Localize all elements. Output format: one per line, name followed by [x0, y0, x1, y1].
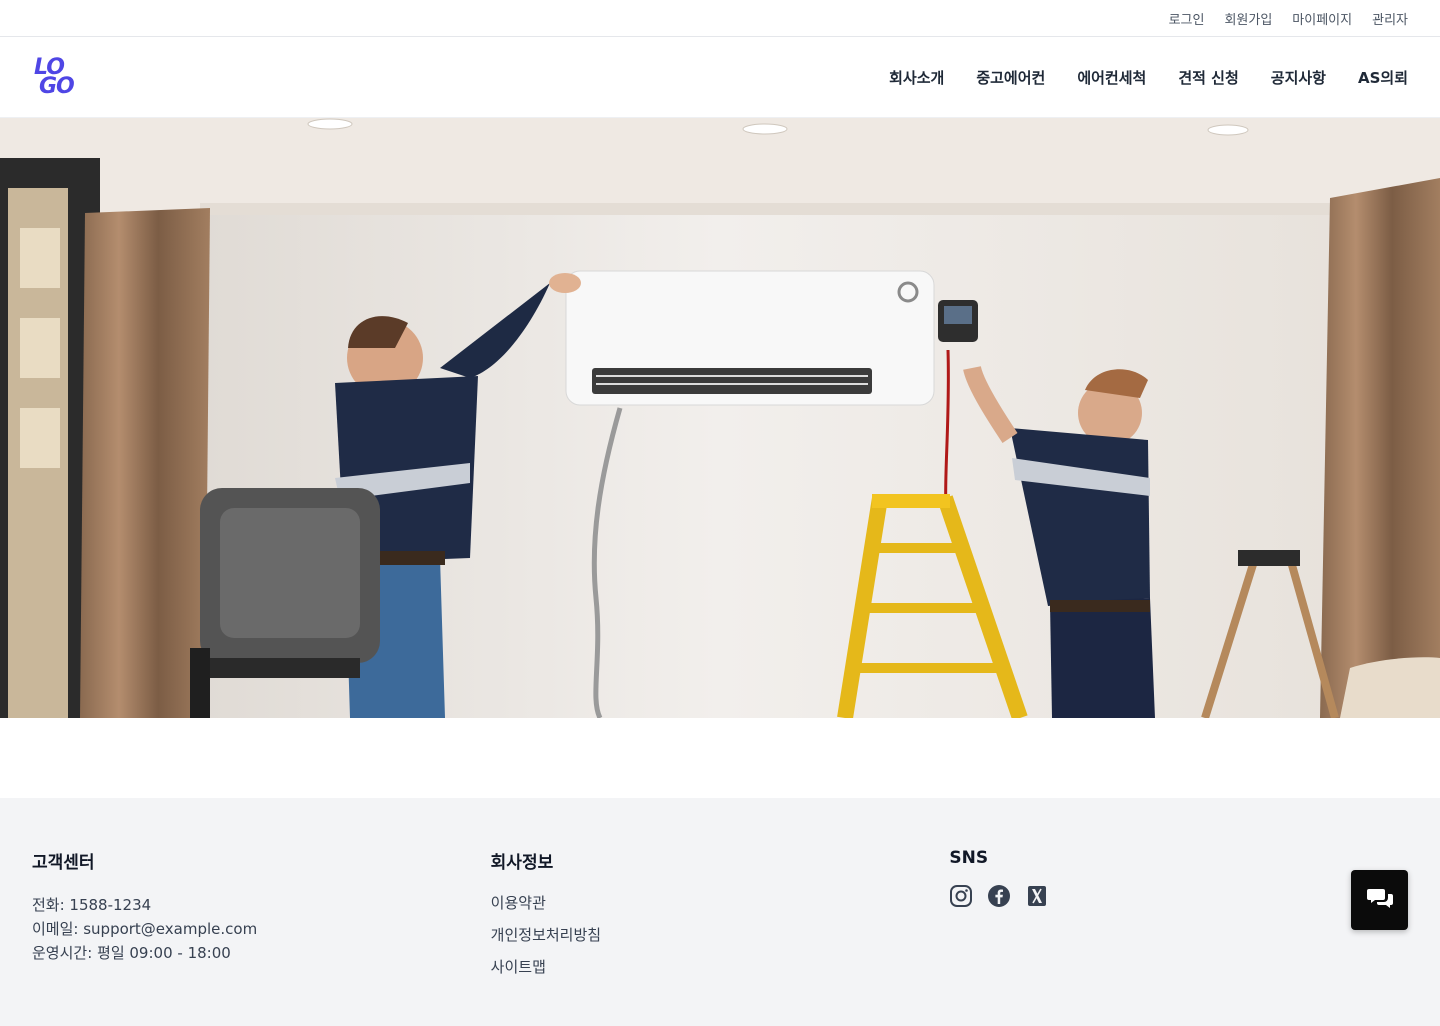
sitemap-link[interactable]: 사이트맵	[491, 951, 950, 983]
customer-center-title: 고객센터	[32, 853, 95, 873]
company-info: 회사정보 이용약관 개인정보처리방침 사이트맵	[491, 848, 950, 1026]
customer-hours: 운영시간: 평일 09:00 - 18:00	[32, 944, 231, 962]
site-logo[interactable]: LO GO	[34, 55, 80, 99]
nav-item-aircon-cleaning[interactable]: 에어컨세척	[1077, 67, 1146, 88]
main-header: LO GO 회사소개 중고에어컨 에어컨세척 견적 신청 공지사항 AS의뢰	[0, 37, 1440, 118]
admin-link[interactable]: 관리자	[1372, 9, 1408, 28]
instagram-icon[interactable]	[949, 884, 973, 908]
login-link[interactable]: 로그인	[1169, 9, 1205, 28]
sns-title: SNS	[949, 848, 989, 868]
customer-center: 고객센터 전화: 1588-1234 이메일: support@example.…	[32, 848, 491, 1026]
top-utility-bar: 로그인 회원가입 마이페이지 관리자	[0, 0, 1440, 37]
site-footer: 고객센터 전화: 1588-1234 이메일: support@example.…	[0, 798, 1440, 1026]
main-nav: 회사소개 중고에어컨 에어컨세척 견적 신청 공지사항 AS의뢰	[889, 67, 1408, 88]
logo-line-2: GO	[39, 74, 75, 99]
nav-item-company[interactable]: 회사소개	[889, 67, 944, 88]
signup-link[interactable]: 회원가입	[1224, 9, 1272, 28]
customer-phone: 전화: 1588-1234	[32, 896, 152, 914]
nav-item-notice[interactable]: 공지사항	[1271, 67, 1326, 88]
customer-email: 이메일: support@example.com	[32, 920, 258, 938]
privacy-link[interactable]: 개인정보처리방침	[491, 919, 950, 951]
chat-icon	[1366, 887, 1393, 913]
nav-item-used-aircon[interactable]: 중고에어컨	[976, 67, 1045, 88]
nav-item-estimate[interactable]: 견적 신청	[1178, 67, 1238, 88]
company-info-title: 회사정보	[490, 853, 554, 873]
chat-button[interactable]	[1351, 870, 1408, 930]
terms-link[interactable]: 이용약관	[491, 887, 950, 919]
mypage-link[interactable]: 마이페이지	[1292, 9, 1352, 28]
nav-item-as-request[interactable]: AS의뢰	[1358, 67, 1408, 88]
hero-image	[0, 118, 1440, 718]
x-twitter-icon[interactable]	[1025, 884, 1049, 908]
hero-slider[interactable]	[0, 118, 1440, 718]
facebook-icon[interactable]	[987, 884, 1011, 908]
sns-section: SNS	[949, 848, 1408, 1026]
